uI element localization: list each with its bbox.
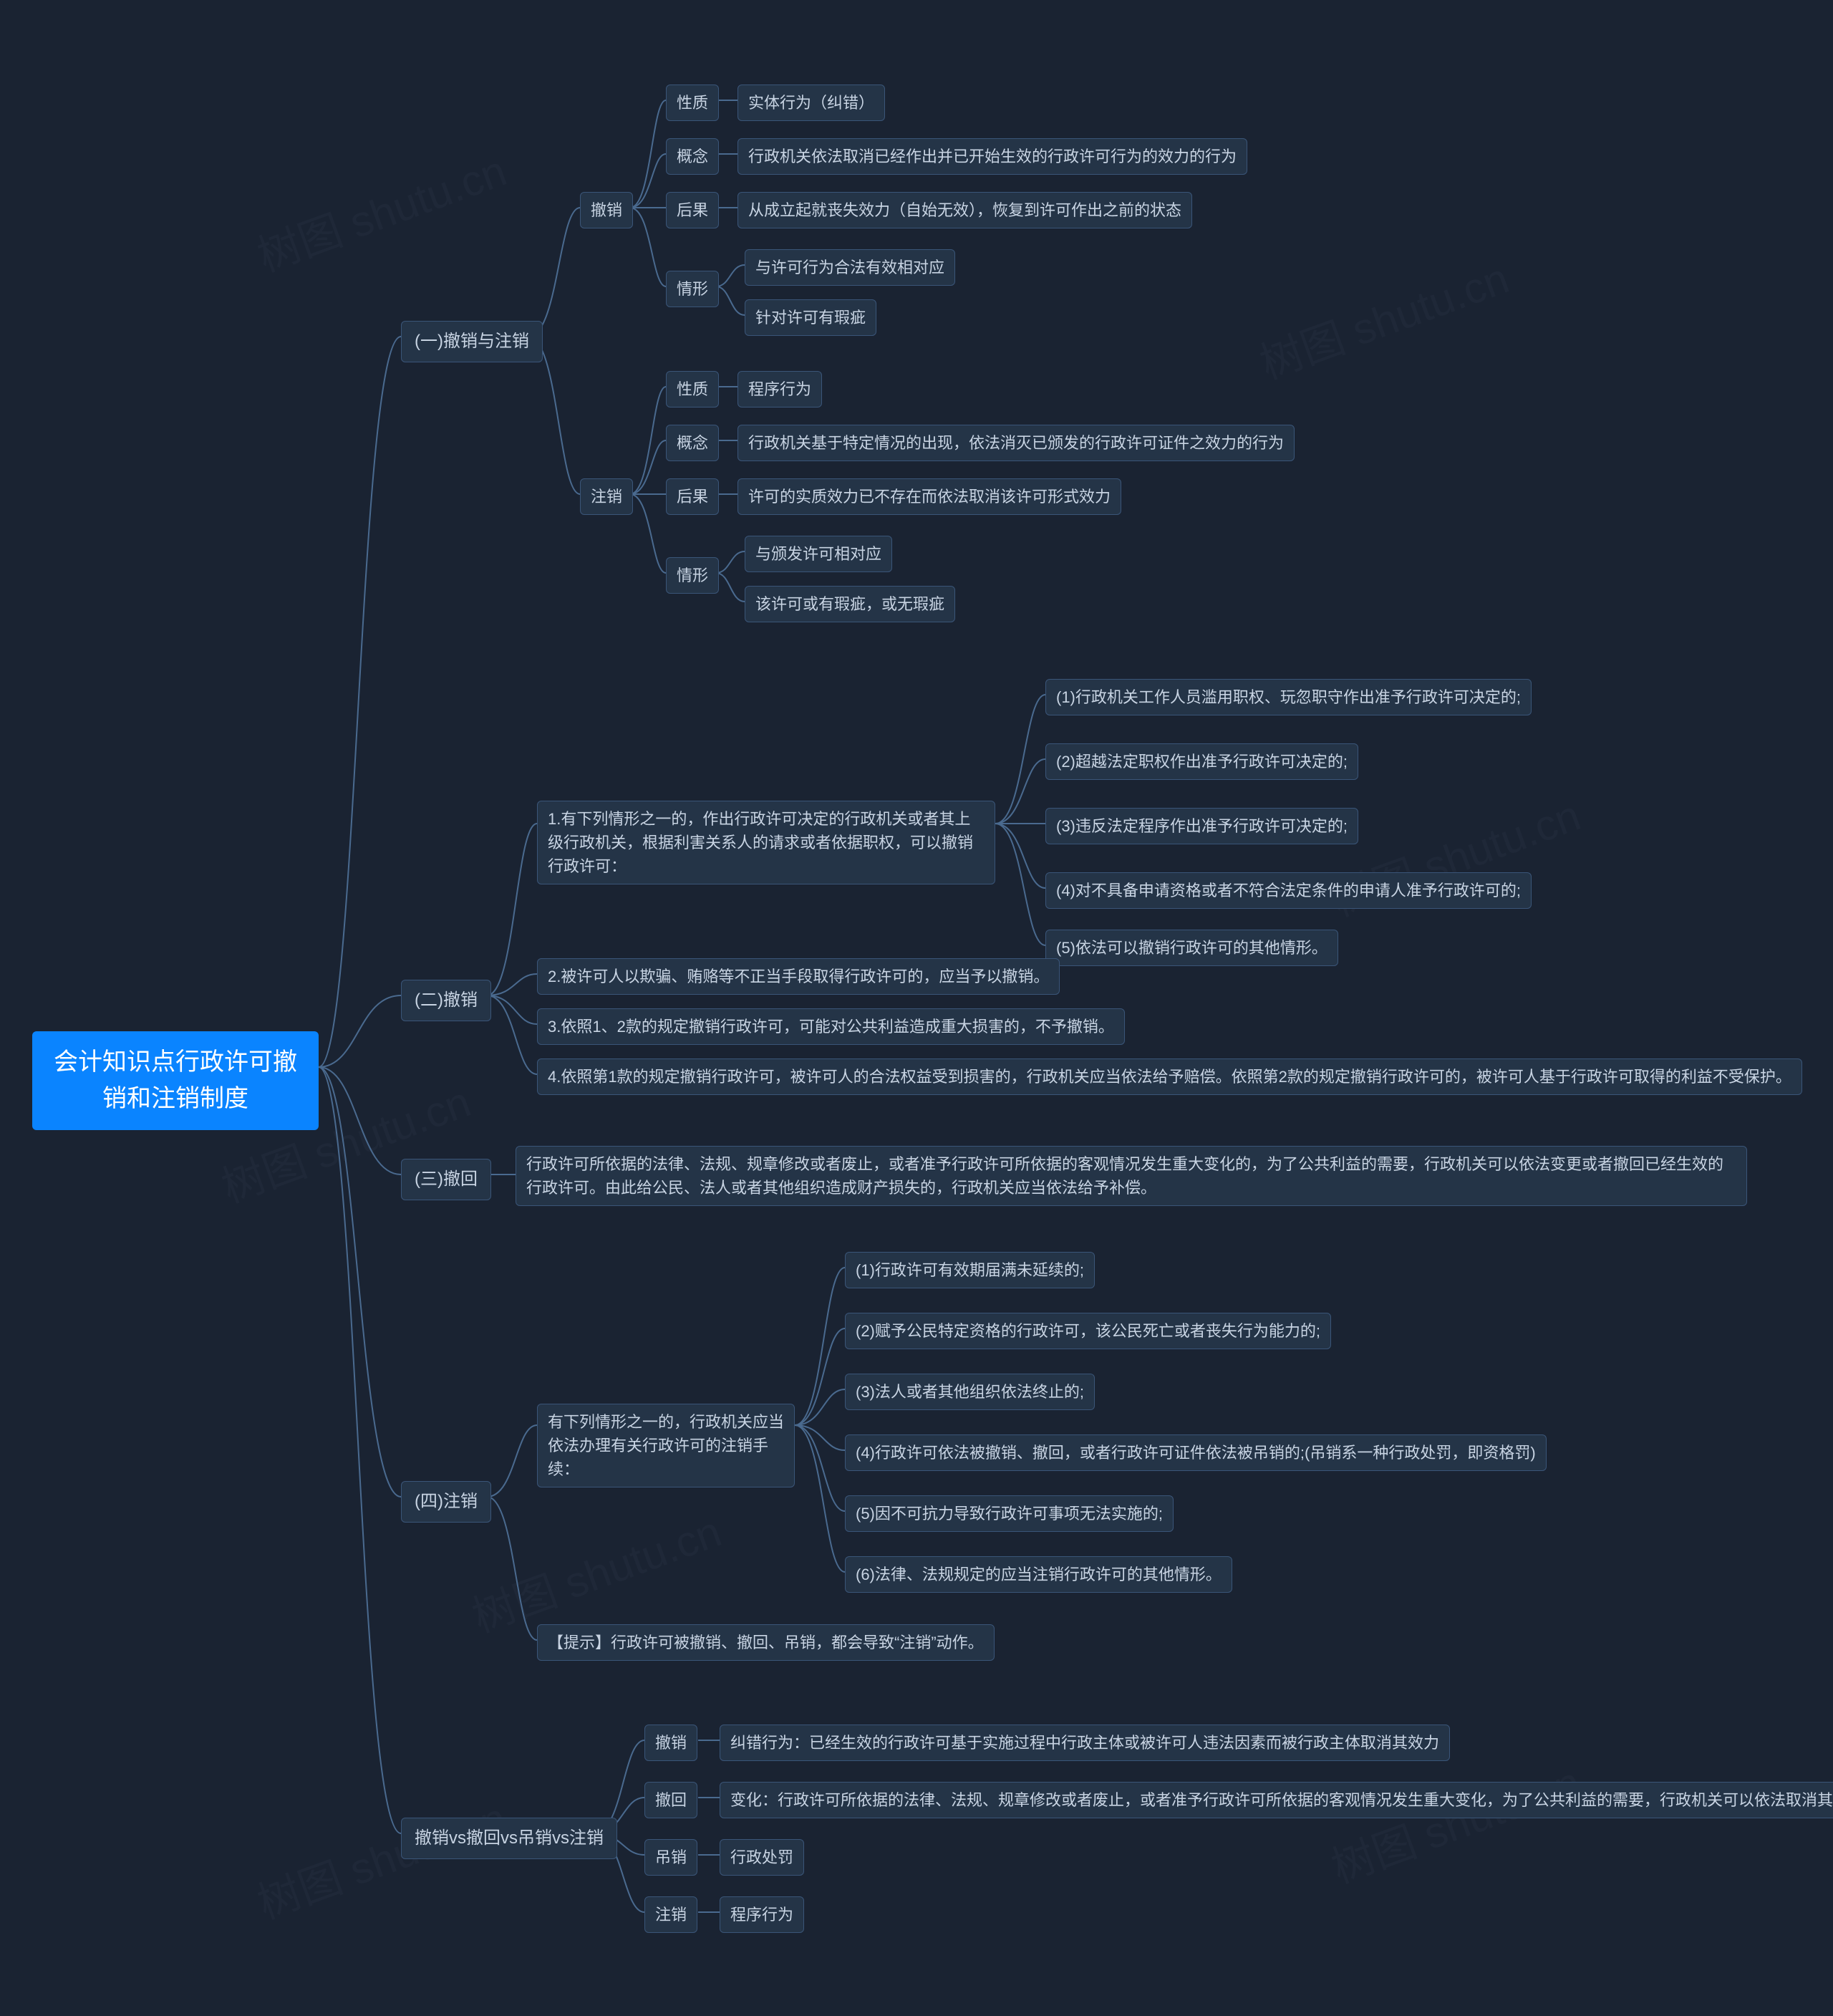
s1-zhuxiao-houguo-value: 许可的实质效力已不存在而依法取消该许可形式效力: [737, 478, 1121, 515]
s1-zhuxiao-xingzhi-label: 性质: [666, 371, 719, 407]
s1-chexiao-qingxing-0: 与许可行为合法有效相对应: [745, 249, 955, 286]
s4-item-3: (4)行政许可依法被撤销、撤回，或者行政许可证件依法被吊销的;(吊销系一种行政处…: [845, 1434, 1547, 1471]
s4-item-4: (5)因不可抗力导致行政许可事项无法实施的;: [845, 1495, 1174, 1532]
watermark: 树图 shutu.cn: [248, 136, 513, 284]
section-5-title[interactable]: 撤销vs撤回vs吊销vs注销: [401, 1818, 617, 1859]
s1-chexiao-xingzhi-value: 实体行为（纠错）: [737, 85, 885, 121]
root-node[interactable]: 会计知识点行政许可撤销和注销制度: [32, 1031, 319, 1130]
s2-p4: 4.依照第1款的规定撤销行政许可，被许可人的合法权益受到损害的，行政机关应当依法…: [537, 1058, 1802, 1095]
s1-chexiao-xingzhi-label: 性质: [666, 85, 719, 121]
s1-chexiao-gainian-value: 行政机关依法取消已经作出并已开始生效的行政许可行为的效力的行为: [737, 138, 1247, 175]
watermark: 树图 shutu.cn: [463, 1497, 728, 1644]
s4-item-5: (6)法律、法规规定的应当注销行政许可的其他情形。: [845, 1556, 1232, 1593]
section-3-title[interactable]: (三)撤回: [401, 1159, 491, 1200]
s4-tip: 【提示】行政许可被撤销、撤回、吊销，都会导致“注销”动作。: [537, 1624, 995, 1661]
watermark: 树图 shutu.cn: [1250, 243, 1516, 391]
s5-diaoxiao-label: 吊销: [644, 1839, 697, 1876]
s1-chexiao-gainian-label: 概念: [666, 138, 719, 175]
s5-diaoxiao-value: 行政处罚: [720, 1839, 804, 1876]
s2-p1-item-1: (2)超越法定职权作出准予行政许可决定的;: [1045, 743, 1358, 780]
s4-item-2: (3)法人或者其他组织依法终止的;: [845, 1374, 1095, 1410]
s1-zhuxiao-houguo-label: 后果: [666, 478, 719, 515]
s1-zhuxiao-qingxing-1: 该许可或有瑕疵，或无瑕疵: [745, 586, 955, 622]
s5-chehui-value: 变化：行政许可所依据的法律、法规、规章修改或者废止，或者准予行政许可所依据的客观…: [720, 1782, 1833, 1818]
s1-zhuxiao-qingxing-label: 情形: [666, 557, 719, 594]
s2-p1-item-0: (1)行政机关工作人员滥用职权、玩忽职守作出准予行政许可决定的;: [1045, 679, 1532, 715]
s1-chexiao-qingxing-1: 针对许可有瑕疵: [745, 299, 876, 336]
section-1-title[interactable]: (一)撤销与注销: [401, 321, 543, 362]
s1-chexiao-label[interactable]: 撤销: [580, 192, 633, 228]
s4-lead: 有下列情形之一的，行政机关应当依法办理有关行政许可的注销手续：: [537, 1404, 795, 1487]
s5-chexiao-label: 撤销: [644, 1725, 697, 1761]
s2-p1: 1.有下列情形之一的，作出行政许可决定的行政机关或者其上级行政机关，根据利害关系…: [537, 801, 995, 884]
s2-p2: 2.被许可人以欺骗、贿赂等不正当手段取得行政许可的，应当予以撤销。: [537, 958, 1060, 995]
s5-zhuxiao-value: 程序行为: [720, 1896, 804, 1933]
s5-chehui-label: 撤回: [644, 1782, 697, 1818]
s2-p1-item-4: (5)依法可以撤销行政许可的其他情形。: [1045, 930, 1338, 966]
s1-zhuxiao-qingxing-0: 与颁发许可相对应: [745, 536, 892, 572]
s1-zhuxiao-label[interactable]: 注销: [580, 478, 633, 515]
s4-item-0: (1)行政许可有效期届满未延续的;: [845, 1252, 1095, 1288]
s1-chexiao-houguo-label: 后果: [666, 192, 719, 228]
s1-zhuxiao-xingzhi-value: 程序行为: [737, 371, 822, 407]
s2-p3: 3.依照1、2款的规定撤销行政许可，可能对公共利益造成重大损害的，不予撤销。: [537, 1008, 1125, 1045]
section-2-title[interactable]: (二)撤销: [401, 980, 491, 1021]
s1-chexiao-houguo-value: 从成立起就丧失效力（自始无效），恢复到许可作出之前的状态: [737, 192, 1192, 228]
s4-item-1: (2)赋予公民特定资格的行政许可，该公民死亡或者丧失行为能力的;: [845, 1313, 1331, 1349]
section-4-title[interactable]: (四)注销: [401, 1481, 491, 1523]
watermark: 树图 shutu.cn: [1322, 1747, 1587, 1895]
s2-p1-item-3: (4)对不具备申请资格或者不符合法定条件的申请人准予行政许可的;: [1045, 872, 1532, 909]
s1-zhuxiao-gainian-value: 行政机关基于特定情况的出现，依法消灭已颁发的行政许可证件之效力的行为: [737, 425, 1295, 461]
s2-p1-item-2: (3)违反法定程序作出准予行政许可决定的;: [1045, 808, 1358, 844]
s3-text: 行政许可所依据的法律、法规、规章修改或者废止，或者准予行政许可所依据的客观情况发…: [516, 1146, 1747, 1206]
s1-chexiao-qingxing-label: 情形: [666, 271, 719, 307]
s1-zhuxiao-gainian-label: 概念: [666, 425, 719, 461]
s5-chexiao-value: 纠错行为：已经生效的行政许可基于实施过程中行政主体或被许可人违法因素而被行政主体…: [720, 1725, 1450, 1761]
s5-zhuxiao-label: 注销: [644, 1896, 697, 1933]
